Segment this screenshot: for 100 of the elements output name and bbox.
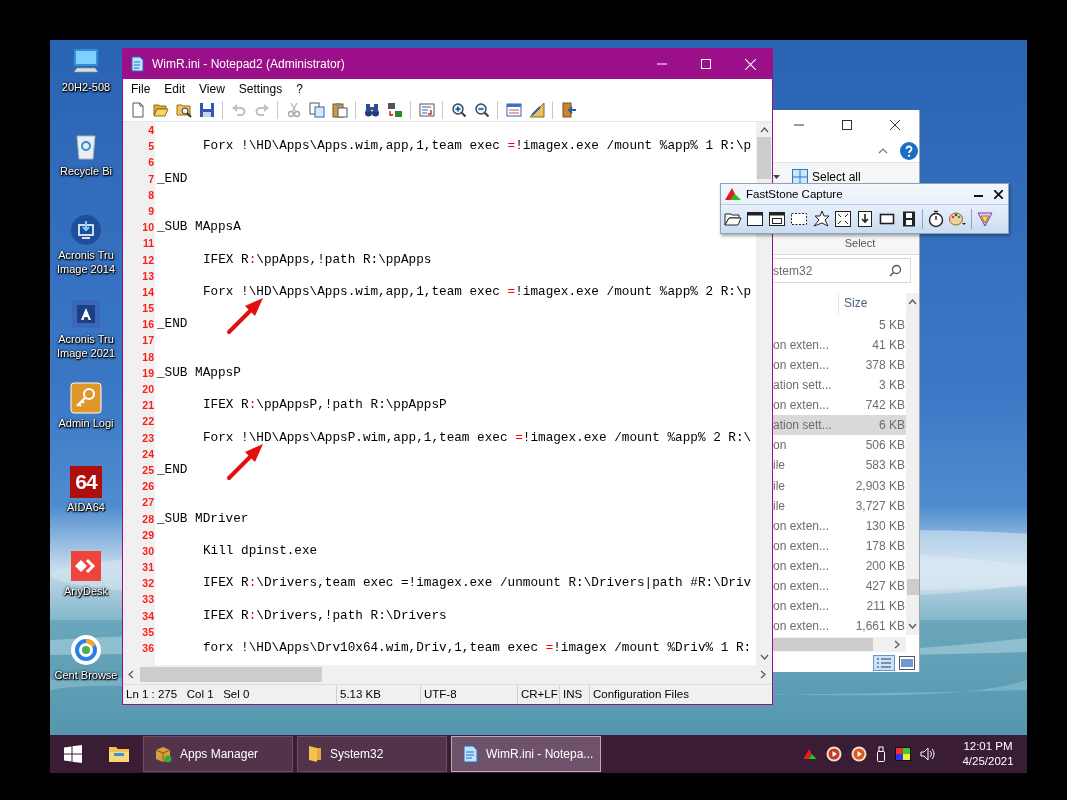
desktop-shortcut[interactable]: 20H2-508 bbox=[50, 40, 122, 124]
taskbar-button[interactable]: WimR.ini - Notepa... bbox=[451, 736, 601, 772]
window-lines-icon bbox=[505, 101, 522, 118]
window-object-icon[interactable] bbox=[768, 210, 786, 228]
menu-item[interactable]: Edit bbox=[157, 81, 193, 96]
fullscreen-icon[interactable] bbox=[834, 210, 852, 228]
file-row[interactable]: on exten... 178 KB bbox=[773, 535, 906, 556]
desktop-shortcut[interactable]: 64 AIDA64 bbox=[50, 460, 122, 544]
file-row[interactable]: on exten... 200 KB bbox=[773, 555, 906, 576]
horizontal-scrollbar[interactable] bbox=[123, 665, 772, 684]
scroll-thumb[interactable] bbox=[906, 579, 919, 595]
code-line: _END bbox=[157, 316, 188, 332]
line-number: 6 bbox=[147, 155, 155, 171]
usb-drive-icon[interactable] bbox=[876, 746, 886, 762]
file-type: on exten... bbox=[773, 398, 830, 413]
file-row[interactable]: ile 2,903 KB bbox=[773, 475, 906, 496]
caret-icon[interactable] bbox=[773, 175, 780, 179]
file-size: 5 KB bbox=[879, 318, 906, 333]
file-row[interactable]: on exten... 378 KB bbox=[773, 355, 906, 376]
file-row[interactable]: on exten... 742 KB bbox=[773, 395, 906, 416]
file-row[interactable]: on exten... 41 KB bbox=[773, 335, 906, 356]
file-row[interactable]: on 506 KB bbox=[773, 435, 906, 456]
line-number: 19 bbox=[141, 365, 155, 381]
taskbar-button[interactable]: Apps Manager bbox=[143, 736, 293, 772]
column-header[interactable]: Size bbox=[838, 293, 868, 315]
open-folder-icon[interactable] bbox=[724, 210, 742, 228]
close-icon bbox=[890, 120, 900, 130]
vertical-scrollbar[interactable] bbox=[906, 293, 919, 635]
file-row[interactable]: on exten... 1,661 KB bbox=[773, 615, 906, 636]
desktop-shortcut[interactable]: Cent Browse bbox=[50, 628, 122, 712]
file-row[interactable]: 5 KB bbox=[773, 315, 906, 336]
file-row[interactable]: ile 3,727 KB bbox=[773, 495, 906, 516]
file-size: 211 KB bbox=[866, 598, 906, 613]
line-number: 16 bbox=[141, 317, 155, 333]
desktop-shortcut[interactable]: Acronis Tru Image 2021 bbox=[50, 292, 122, 376]
status-text: CR+LF bbox=[518, 685, 560, 704]
line-number: 17 bbox=[141, 333, 155, 349]
desktop-shortcut[interactable]: Recycle Bi bbox=[50, 124, 122, 208]
file-row[interactable]: ile 583 KB bbox=[773, 455, 906, 476]
line-number: 10 bbox=[141, 220, 155, 236]
search-field[interactable]: stem32 bbox=[773, 258, 911, 283]
speaker-icon[interactable] bbox=[920, 747, 936, 761]
file-type: on bbox=[773, 438, 787, 453]
scroll-thumb[interactable] bbox=[757, 137, 771, 179]
file-size: 742 KB bbox=[865, 398, 906, 413]
file-row[interactable]: ation sett... 6 KB bbox=[773, 415, 906, 436]
folder-search-icon bbox=[175, 101, 192, 118]
palette-icon[interactable] bbox=[949, 210, 967, 228]
chevron-right-icon[interactable] bbox=[894, 640, 900, 649]
desktop-shortcut[interactable]: Acronis Tru Image 2014 bbox=[50, 208, 122, 292]
scroll-window-icon[interactable] bbox=[856, 210, 874, 228]
close-icon[interactable] bbox=[994, 189, 1003, 199]
file-size: 6 KB bbox=[879, 418, 906, 433]
window-icon[interactable] bbox=[746, 210, 764, 228]
folder-icon[interactable] bbox=[108, 745, 130, 763]
stopwatch-icon[interactable] bbox=[927, 210, 945, 228]
menu-item[interactable]: File bbox=[124, 81, 158, 96]
search-icon[interactable] bbox=[889, 264, 902, 277]
chevron-left-icon[interactable] bbox=[128, 670, 134, 679]
line-number: 34 bbox=[141, 608, 155, 624]
line-number: 30 bbox=[141, 543, 155, 559]
line-number: 31 bbox=[141, 560, 155, 576]
file-row[interactable]: ation sett... 3 KB bbox=[773, 375, 906, 396]
code-line: IFEX R:\Drivers,!path R:\Drivers bbox=[202, 607, 447, 623]
ruler-pencil-icon bbox=[528, 101, 545, 118]
chevron-up-icon[interactable] bbox=[759, 127, 769, 133]
chevron-up-icon[interactable] bbox=[878, 148, 888, 154]
chevron-down-icon[interactable] bbox=[759, 654, 769, 660]
code-line: IFEX R:\ppApps,!path R:\ppApps bbox=[202, 251, 432, 267]
menu-item[interactable]: Settings bbox=[231, 81, 290, 96]
triangle-stack-icon[interactable] bbox=[976, 210, 994, 228]
play-circle-icon[interactable] bbox=[851, 746, 867, 762]
dotted-rectangle-icon[interactable] bbox=[790, 210, 808, 228]
chevron-down-icon[interactable] bbox=[908, 623, 917, 629]
chevron-up-icon[interactable] bbox=[908, 299, 917, 305]
star-outline-icon[interactable] bbox=[812, 210, 830, 228]
menu-item[interactable]: ? bbox=[289, 81, 310, 96]
code-line: Forx !\HD\Apps\Apps.wim,app,1,team exec =!imagex.exe /mount %app% 2 R:\p bbox=[202, 283, 752, 299]
menu-item[interactable]: View bbox=[192, 81, 232, 96]
windows-logo-icon[interactable] bbox=[64, 745, 82, 763]
help-icon[interactable] bbox=[900, 142, 918, 160]
horizontal-scrollbar[interactable] bbox=[773, 637, 906, 652]
chevron-right-icon[interactable] bbox=[760, 670, 766, 679]
clock[interactable]: 12:01 PM 4/25/2021 bbox=[957, 739, 1019, 769]
file-type: ile bbox=[773, 498, 785, 513]
window-title: WimR.ini - Notepad2 (Administrator) bbox=[152, 57, 346, 71]
line-number: 8 bbox=[147, 187, 155, 203]
file-size: 2,903 KB bbox=[855, 478, 906, 493]
undo-icon bbox=[230, 101, 247, 118]
play-circle-icon[interactable] bbox=[826, 746, 842, 762]
taskbar-button[interactable]: System32 bbox=[297, 736, 447, 772]
triangle-logo-icon[interactable] bbox=[803, 749, 817, 759]
film-icon[interactable] bbox=[900, 210, 918, 228]
color-square-icon[interactable] bbox=[895, 747, 911, 761]
thumbnail-view-icon[interactable] bbox=[899, 656, 915, 670]
file-row[interactable]: on exten... 211 KB bbox=[773, 595, 906, 616]
file-row[interactable]: on exten... 130 KB bbox=[773, 515, 906, 536]
desktop-shortcut[interactable]: Admin Logi bbox=[50, 376, 122, 460]
file-row[interactable]: on exten... 427 KB bbox=[773, 575, 906, 596]
line-number: 29 bbox=[141, 527, 155, 543]
